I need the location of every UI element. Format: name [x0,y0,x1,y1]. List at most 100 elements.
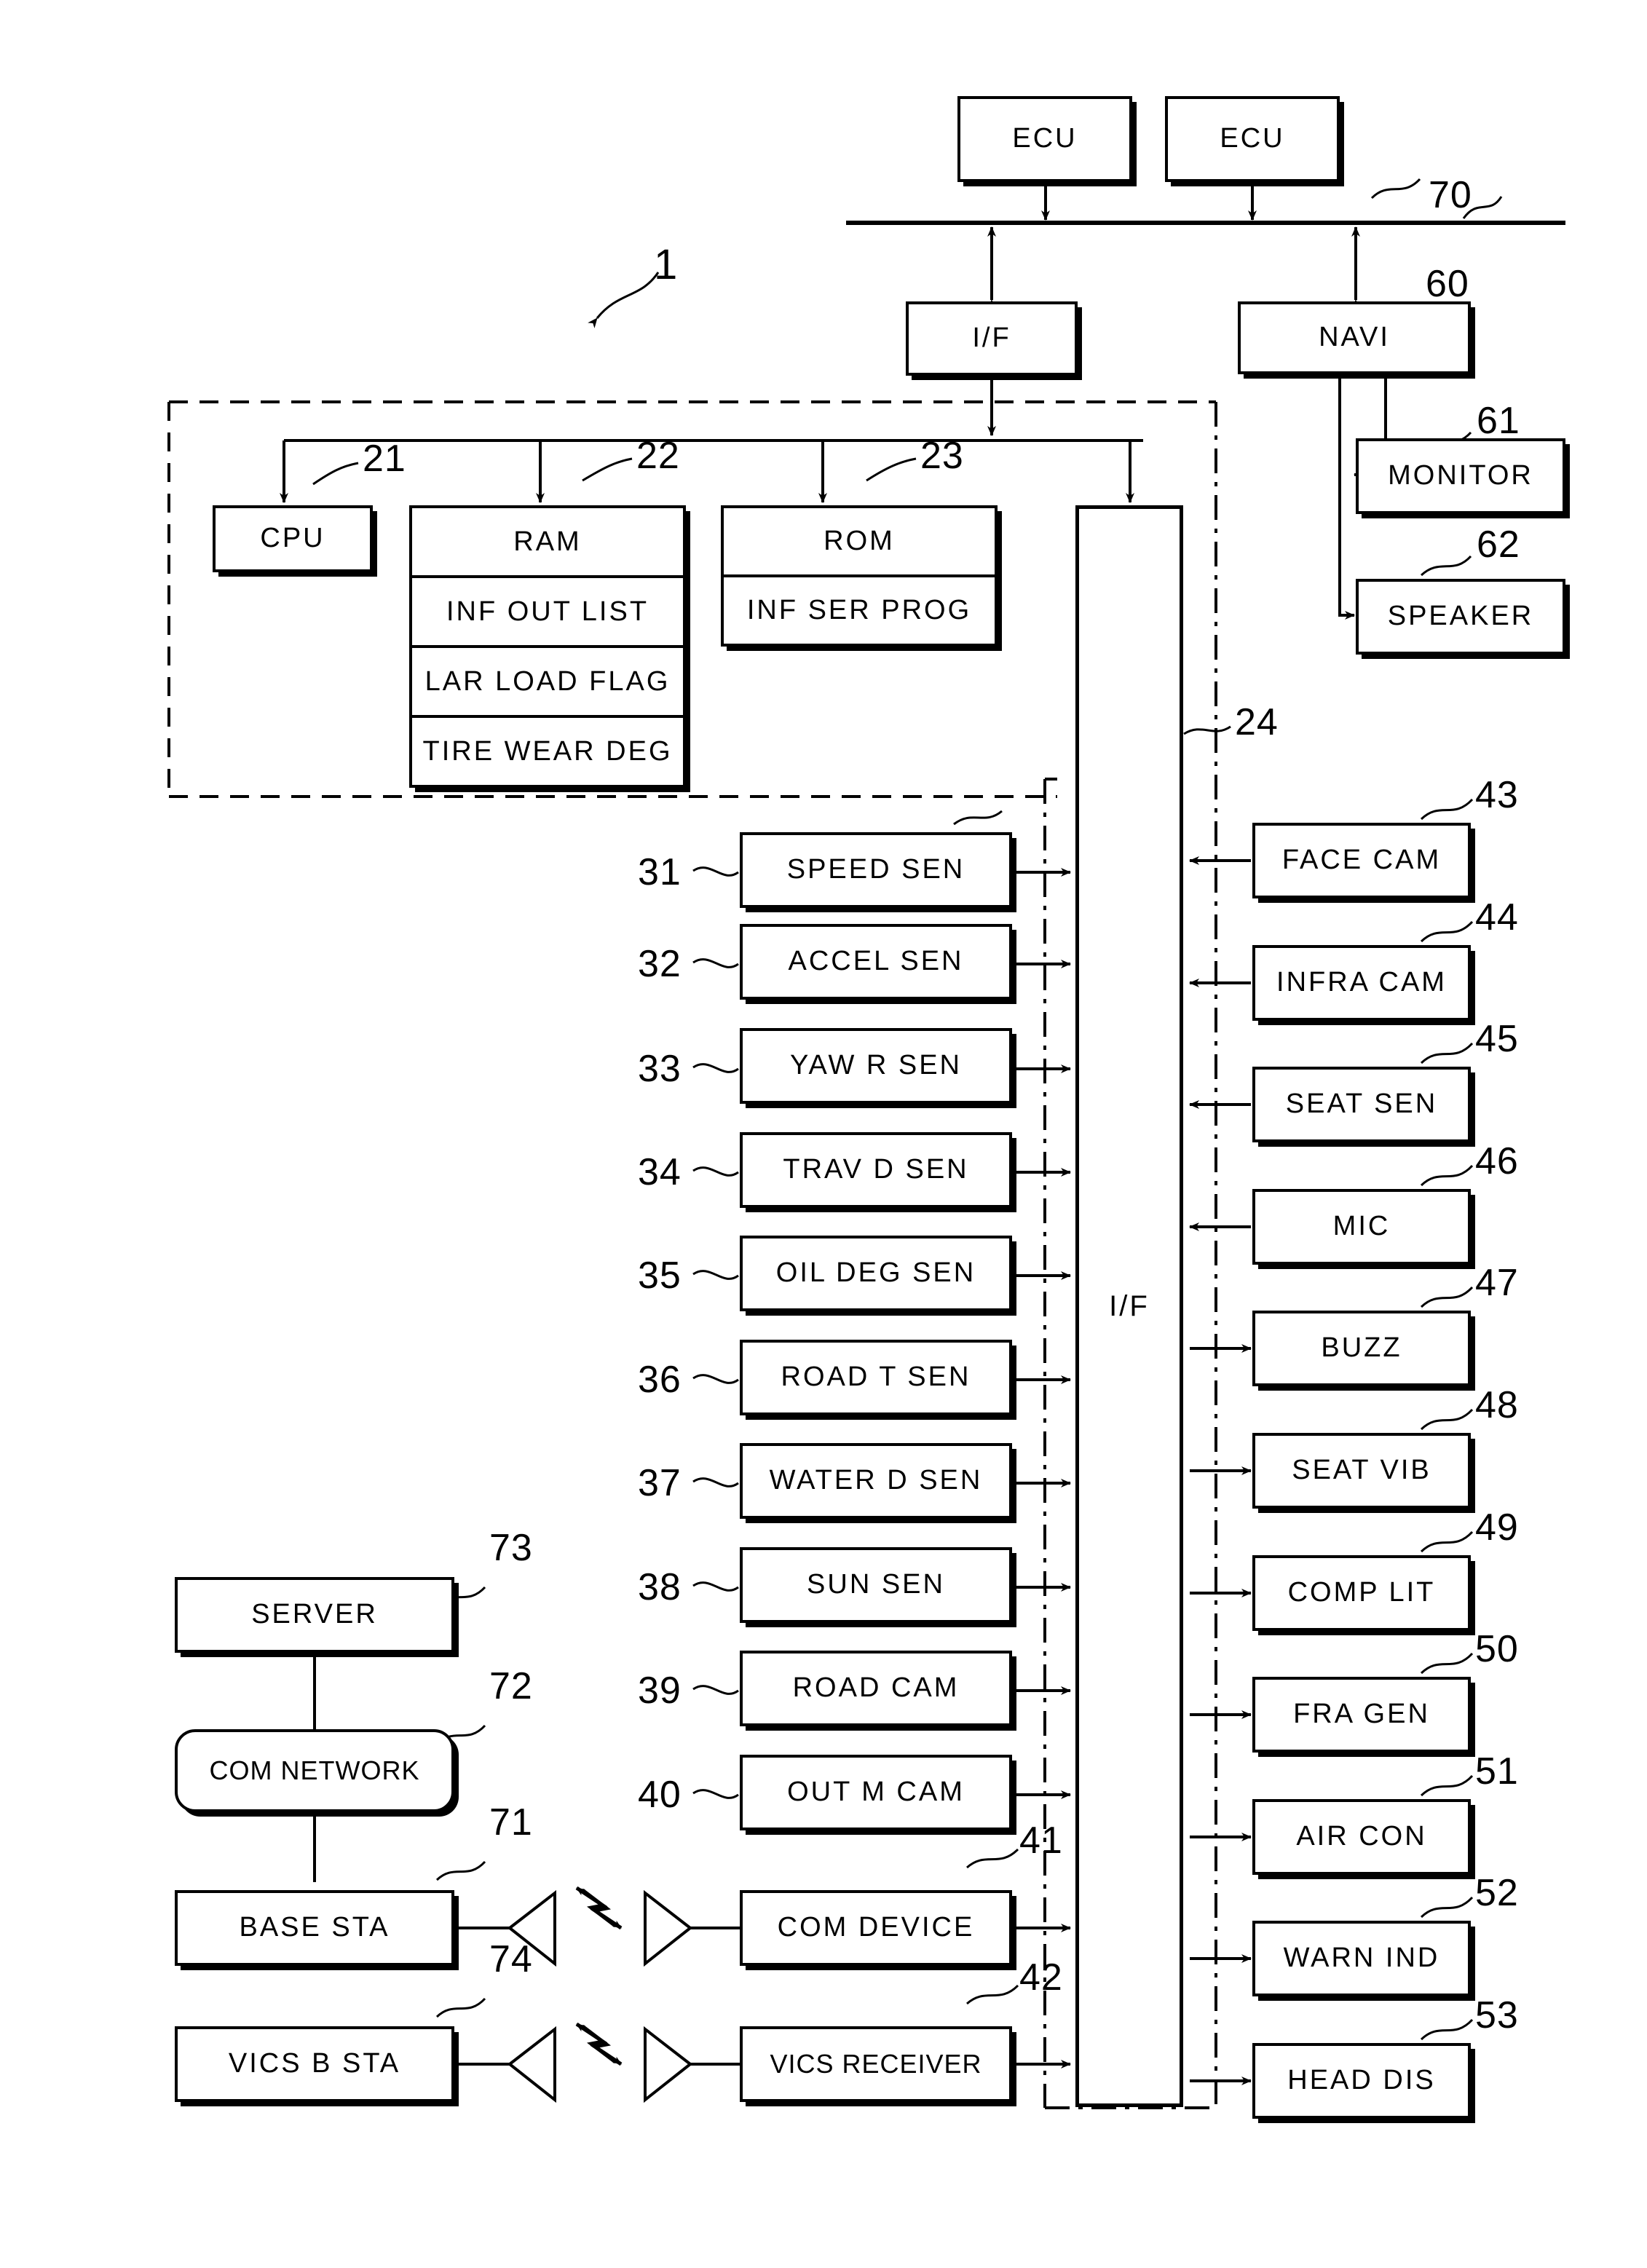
device-infra-cam[interactable]: INFRA CAM [1252,945,1471,1021]
device-comp-lit-label: COMP LIT [1287,1577,1436,1608]
input-speed-sen[interactable]: SPEED SEN [740,832,1012,908]
device-fra-gen-label: FRA GEN [1293,1699,1430,1730]
ram-cell-inf-out-list: INF OUT LIST [412,578,683,648]
device-warn-ind[interactable]: WARN IND [1252,1921,1471,1996]
diagram-canvas: 1 ECU ECU 70 I/F NAVI 60 MONITOR 61 SPEA… [0,0,1647,2268]
ram-cell-tire-wear-deg: TIRE WEAR DEG [412,718,683,785]
ref-53: 53 [1475,1994,1519,2036]
ref-23: 23 [920,435,964,477]
ref-48: 48 [1475,1384,1519,1426]
ref-24: 24 [1235,701,1279,743]
device-seat-sen[interactable]: SEAT SEN [1252,1067,1471,1142]
ref-61: 61 [1477,400,1520,442]
interface-bus-label: I/F [1109,1289,1150,1322]
input-yaw-r-sen-label: YAW R SEN [789,1050,963,1081]
ref-50: 50 [1475,1628,1519,1670]
input-sun-sen-label: SUN SEN [807,1569,945,1600]
navi-speaker[interactable]: SPEAKER [1356,579,1565,655]
input-oil-deg-sen[interactable]: OIL DEG SEN [740,1236,1012,1311]
network-base-sta[interactable]: BASE STA [175,1890,454,1966]
ref-44: 44 [1475,896,1519,939]
input-accel-sen[interactable]: ACCEL SEN [740,924,1012,1000]
input-trav-d-sen[interactable]: TRAV D SEN [740,1132,1012,1208]
figure-reference-1: 1 [654,241,678,288]
device-comp-lit[interactable]: COMP LIT [1252,1555,1471,1631]
input-vics-receiver-label: VICS RECEIVER [770,2049,982,2079]
network-server[interactable]: SERVER [175,1577,454,1653]
input-oil-deg-sen-label: OIL DEG SEN [775,1257,976,1289]
network-vics-b-sta[interactable]: VICS B STA [175,2026,454,2102]
device-mic[interactable]: MIC [1252,1189,1471,1265]
ref-31: 31 [638,851,682,893]
ram-cell-lar-load-flag: LAR LOAD FLAG [412,648,683,718]
interface-bus[interactable]: I/F [1075,505,1183,2107]
ref-42: 42 [1019,1956,1063,1999]
ref-45: 45 [1475,1018,1519,1060]
input-out-m-cam[interactable]: OUT M CAM [740,1755,1012,1830]
interface-top-label: I/F [972,323,1011,354]
input-water-d-sen-label: WATER D SEN [769,1465,983,1496]
navi-unit[interactable]: NAVI [1238,301,1471,374]
rom-cell-inf-ser-prog: INF SER PROG [724,577,995,644]
ref-40: 40 [638,1774,682,1816]
ram-unit[interactable]: RAM INF OUT LIST LAR LOAD FLAG TIRE WEAR… [409,505,686,788]
ref-62: 62 [1477,523,1520,566]
input-out-m-cam-label: OUT M CAM [787,1777,965,1808]
input-speed-sen-label: SPEED SEN [786,854,965,885]
input-accel-sen-label: ACCEL SEN [788,946,964,977]
ram-cell-inf-out-list-label: INF OUT LIST [446,596,649,627]
ram-unit-label: RAM [513,526,582,557]
device-head-dis[interactable]: HEAD DIS [1252,2043,1471,2119]
device-buzz[interactable]: BUZZ [1252,1311,1471,1386]
ecu-node-2[interactable]: ECU [1165,96,1340,182]
ref-41: 41 [1019,1819,1063,1862]
input-com-device[interactable]: COM DEVICE [740,1890,1012,1966]
ref-34: 34 [638,1151,682,1193]
ecu-node-2-label: ECU [1220,123,1285,154]
device-head-dis-label: HEAD DIS [1287,2065,1436,2096]
ref-51: 51 [1475,1750,1519,1793]
input-road-cam[interactable]: ROAD CAM [740,1651,1012,1726]
network-server-label: SERVER [251,1599,378,1630]
navi-monitor-label: MONITOR [1388,460,1533,491]
ref-36: 36 [638,1359,682,1401]
ref-71: 71 [489,1801,533,1844]
ref-39: 39 [638,1670,682,1712]
device-infra-cam-label: INFRA CAM [1276,967,1447,998]
device-warn-ind-label: WARN IND [1283,1943,1440,1974]
rom-title-cell: ROM [724,508,995,577]
ref-35: 35 [638,1254,682,1297]
ram-cell-lar-load-flag-label: LAR LOAD FLAG [424,665,671,697]
input-vics-receiver[interactable]: VICS RECEIVER [740,2026,1012,2102]
ref-33: 33 [638,1048,682,1090]
device-face-cam[interactable]: FACE CAM [1252,823,1471,898]
ecu-node-1[interactable]: ECU [957,96,1132,182]
device-seat-vib[interactable]: SEAT VIB [1252,1433,1471,1509]
input-sun-sen[interactable]: SUN SEN [740,1547,1012,1623]
device-air-con[interactable]: AIR CON [1252,1799,1471,1875]
network-com-network[interactable]: COM NETWORK [175,1729,454,1812]
input-yaw-r-sen[interactable]: YAW R SEN [740,1028,1012,1104]
input-water-d-sen[interactable]: WATER D SEN [740,1443,1012,1519]
rom-unit[interactable]: ROM INF SER PROG [721,505,998,647]
ref-60: 60 [1426,263,1469,305]
input-trav-d-sen-label: TRAV D SEN [783,1154,969,1185]
ecu-node-1-label: ECU [1012,123,1078,154]
device-fra-gen[interactable]: FRA GEN [1252,1677,1471,1753]
input-road-cam-label: ROAD CAM [792,1672,960,1704]
network-base-sta-label: BASE STA [239,1912,390,1943]
ref-32: 32 [638,943,682,985]
interface-top[interactable]: I/F [906,301,1078,376]
navi-monitor[interactable]: MONITOR [1356,438,1565,514]
device-face-cam-label: FACE CAM [1281,845,1442,876]
navi-speaker-label: SPEAKER [1387,601,1534,632]
rom-unit-label: ROM [824,526,895,556]
ref-21: 21 [363,438,406,480]
input-road-t-sen-label: ROAD T SEN [781,1362,971,1393]
ram-title-cell: RAM [412,508,683,578]
ref-37: 37 [638,1462,682,1504]
network-vics-b-sta-label: VICS B STA [228,2048,401,2079]
ref-38: 38 [638,1566,682,1608]
cpu-unit[interactable]: CPU [213,505,373,572]
input-road-t-sen[interactable]: ROAD T SEN [740,1340,1012,1415]
